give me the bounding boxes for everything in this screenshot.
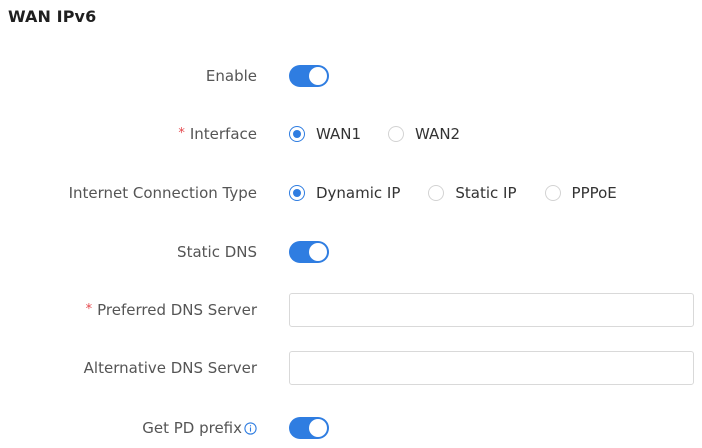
preferred-dns-label: * Preferred DNS Server: [86, 301, 257, 319]
preferred-dns-input[interactable]: [289, 293, 694, 327]
connection-type-label-text: Internet Connection Type: [68, 184, 257, 202]
interface-option-label: WAN2: [415, 125, 461, 143]
pd-prefix-toggle-knob: [309, 419, 327, 437]
connection-type-row: Internet Connection Type Dynamic IP Stat…: [0, 173, 702, 213]
static-dns-label: Static DNS: [177, 243, 257, 261]
required-mark: *: [178, 125, 185, 141]
connection-option-label: PPPoE: [571, 184, 617, 202]
alternative-dns-input[interactable]: [289, 351, 694, 385]
connection-option-label: Static IP: [455, 184, 517, 202]
enable-toggle[interactable]: [289, 65, 329, 87]
enable-row: Enable: [0, 56, 702, 96]
static-dns-toggle[interactable]: [289, 241, 329, 263]
interface-label: * Interface: [178, 125, 257, 143]
radio-unchecked-icon: [428, 185, 445, 201]
interface-option-label: WAN1: [316, 125, 362, 143]
enable-toggle-knob: [309, 67, 327, 85]
pd-prefix-row: Get PD prefix: [0, 408, 702, 448]
connection-type-label: Internet Connection Type: [69, 184, 257, 202]
radio-unchecked-icon: [544, 185, 561, 201]
static-dns-label-text: Static DNS: [177, 243, 257, 261]
connection-option-pppoe[interactable]: PPPoE: [544, 184, 617, 202]
interface-radio-group: WAN1 WAN2: [289, 125, 488, 143]
interface-label-text: Interface: [189, 125, 257, 143]
interface-option-wan1[interactable]: WAN1: [289, 125, 361, 143]
section-title: WAN IPv6: [8, 7, 97, 26]
enable-label: Enable: [206, 67, 257, 85]
radio-unchecked-icon: [388, 126, 405, 142]
connection-type-radio-group: Dynamic IP Static IP PPPoE: [289, 184, 645, 202]
preferred-dns-row: * Preferred DNS Server: [0, 290, 702, 330]
preferred-dns-label-text: Preferred DNS Server: [97, 301, 257, 319]
connection-option-dynamic-ip[interactable]: Dynamic IP: [289, 184, 400, 202]
alternative-dns-row: Alternative DNS Server: [0, 348, 702, 388]
pd-prefix-label-text: Get PD prefix: [142, 419, 242, 437]
alternative-dns-label-text: Alternative DNS Server: [83, 359, 257, 377]
info-icon[interactable]: [244, 421, 257, 435]
connection-option-label: Dynamic IP: [316, 184, 401, 202]
static-dns-toggle-knob: [309, 243, 327, 261]
pd-prefix-label: Get PD prefix: [142, 419, 257, 437]
static-dns-row: Static DNS: [0, 232, 702, 272]
alternative-dns-label: Alternative DNS Server: [84, 359, 257, 377]
enable-label-text: Enable: [205, 67, 257, 85]
required-mark: *: [85, 301, 93, 317]
interface-row: * Interface WAN1 WAN2: [0, 114, 702, 154]
radio-checked-icon: [289, 126, 305, 142]
pd-prefix-toggle[interactable]: [289, 417, 329, 439]
radio-checked-icon: [289, 185, 305, 201]
connection-option-static-ip[interactable]: Static IP: [428, 184, 517, 202]
interface-option-wan2[interactable]: WAN2: [388, 125, 460, 143]
